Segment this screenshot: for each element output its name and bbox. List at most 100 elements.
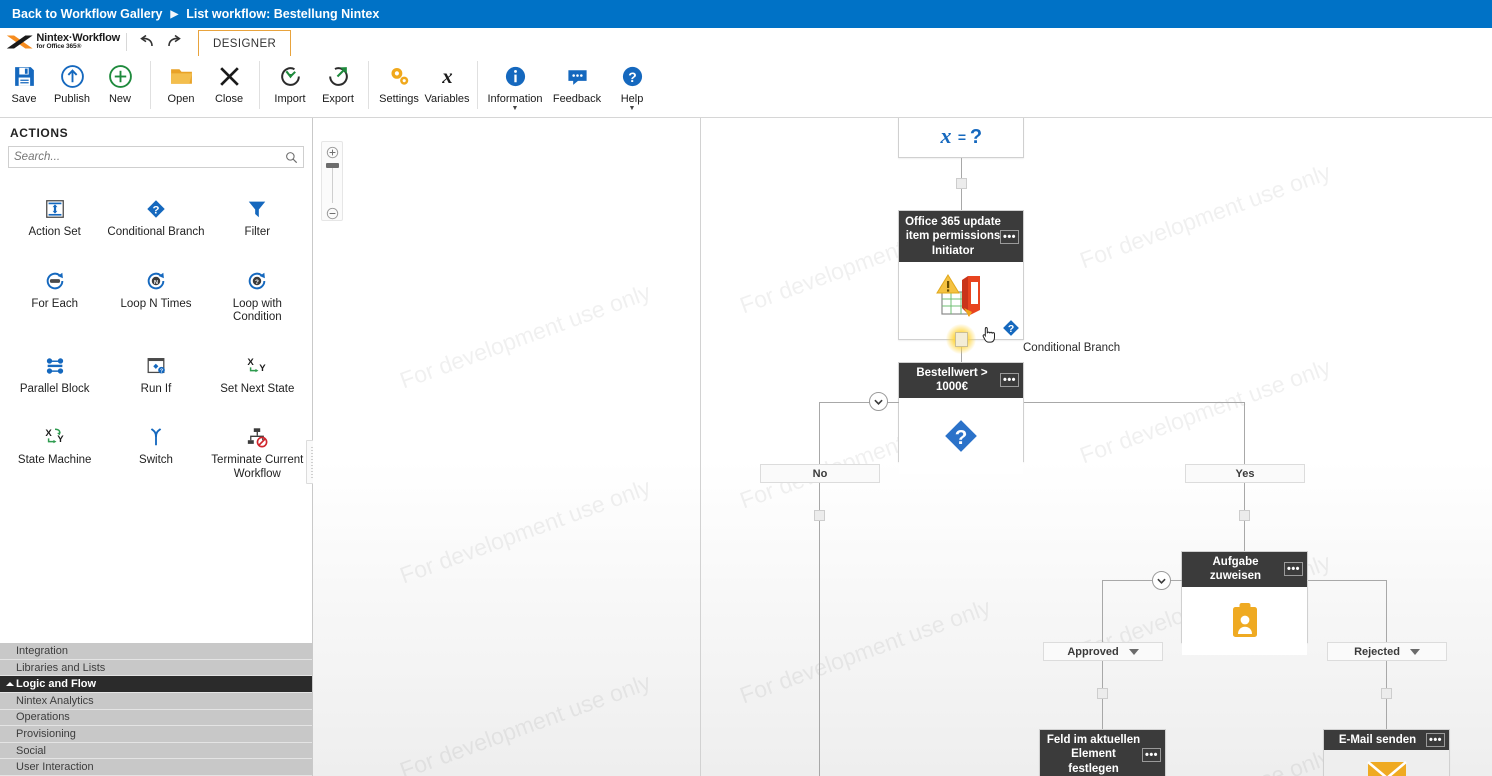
help-icon: ? <box>621 62 644 90</box>
action-item-action-set[interactable]: Action Set <box>4 186 105 244</box>
close-button[interactable]: Close <box>205 59 253 115</box>
feedback-button[interactable]: Feedback <box>546 59 608 115</box>
node-header: E-Mail senden ••• <box>1324 730 1449 751</box>
chevron-down-icon[interactable] <box>1128 648 1139 655</box>
watermark: For development use only <box>396 473 654 589</box>
actions-search-box[interactable] <box>8 146 304 168</box>
redo-icon[interactable] <box>165 34 182 50</box>
actions-panel-title: ACTIONS <box>10 126 69 140</box>
workflow-node-set-field[interactable]: Feld im aktuellen Element festlegen ••• <box>1039 729 1166 776</box>
node-context-menu-button[interactable]: ••• <box>1000 229 1019 244</box>
new-button[interactable]: New <box>96 59 144 115</box>
export-button[interactable]: Export <box>314 59 362 115</box>
node-context-menu-button[interactable]: ••• <box>1426 733 1445 748</box>
information-button[interactable]: Information ▼ <box>484 59 546 115</box>
zoom-slider-thumb[interactable] <box>325 163 339 168</box>
workflow-node-send-email[interactable]: E-Mail senden ••• <box>1323 729 1450 776</box>
action-item-label: Terminate Current Workflow <box>211 454 304 480</box>
add-action-button[interactable] <box>1381 688 1392 699</box>
branch-label-yes[interactable]: Yes <box>1185 464 1305 483</box>
category-user-interaction[interactable]: User Interaction <box>0 759 312 776</box>
help-button[interactable]: ? Help ▼ <box>608 59 656 115</box>
category-libraries-and-lists[interactable]: Libraries and Lists <box>0 659 312 677</box>
branch-label-no[interactable]: No <box>760 464 880 483</box>
open-button[interactable]: Open <box>157 59 205 115</box>
watermark: For development use only <box>1076 353 1334 469</box>
settings-button[interactable]: Settings <box>375 59 423 115</box>
action-item-loop-with-condition[interactable]: ? Loop with Condition <box>207 258 308 329</box>
variable-x-equals-question-icon: x = ? <box>899 118 1023 157</box>
action-item-filter[interactable]: Filter <box>207 186 308 244</box>
search-input[interactable] <box>14 151 285 163</box>
action-item-switch[interactable]: Switch <box>105 414 206 485</box>
back-to-workflow-gallery-link[interactable]: Back to Workflow Gallery <box>12 7 163 21</box>
branch-label-rejected[interactable]: Rejected <box>1327 642 1447 661</box>
workflow-node-assign-task[interactable]: Aufgabe zuweisen ••• <box>1181 551 1308 655</box>
publish-button[interactable]: Publish <box>48 59 96 115</box>
search-icon[interactable] <box>285 151 298 164</box>
action-item-parallel-block[interactable]: Parallel Block <box>4 343 105 401</box>
export-label: Export <box>322 93 354 105</box>
action-item-for-each[interactable]: For Each <box>4 258 105 329</box>
undo-icon[interactable] <box>139 34 156 50</box>
action-item-terminate-workflow[interactable]: Terminate Current Workflow <box>207 414 308 485</box>
save-button[interactable]: Save <box>0 59 48 115</box>
canvas-zoom-control[interactable] <box>321 141 343 221</box>
import-button[interactable]: Import <box>266 59 314 115</box>
conditional-branch-icon: ? <box>1003 320 1019 336</box>
workflow-canvas[interactable]: For development use only For development… <box>313 118 1492 776</box>
workflow-node-conditional-branch[interactable]: Bestellwert > 1000€ ••• ? <box>898 362 1024 474</box>
node-context-menu-button[interactable]: ••• <box>1284 562 1303 577</box>
action-item-run-if[interactable]: ? Run If <box>105 343 206 401</box>
branch-collapse-toggle-left[interactable] <box>869 392 888 411</box>
action-item-label: Conditional Branch <box>107 226 205 238</box>
publish-up-arrow-icon <box>60 62 85 90</box>
node-title-line2: item permissions <box>905 230 1001 243</box>
action-item-state-machine[interactable]: X Y State Machine <box>4 414 105 485</box>
category-nintex-analytics[interactable]: Nintex Analytics <box>0 693 312 710</box>
export-icon <box>326 62 351 90</box>
action-item-loop-n-times[interactable]: N Loop N Times <box>105 258 206 329</box>
category-logic-and-flow[interactable]: Logic and Flow <box>0 676 312 694</box>
category-provisioning[interactable]: Provisioning <box>0 726 312 743</box>
svg-text:?: ? <box>160 368 163 374</box>
svg-text:?: ? <box>255 278 259 285</box>
nintex-x-logo-icon <box>6 35 33 49</box>
information-caret-icon[interactable]: ▼ <box>512 105 519 112</box>
action-item-label: Loop with Condition <box>232 297 282 324</box>
action-item-label: Loop N Times <box>120 297 192 310</box>
add-action-button[interactable] <box>814 510 825 521</box>
node-title: Aufgabe zuweisen <box>1209 556 1262 583</box>
node-header: Feld im aktuellen Element festlegen ••• <box>1040 730 1165 776</box>
branch-label-approved[interactable]: Approved <box>1043 642 1163 661</box>
category-operations[interactable]: Operations <box>0 709 312 727</box>
ribbon-separator <box>259 61 260 109</box>
information-icon <box>504 62 527 90</box>
ribbon-group-import-export: Import Export <box>266 59 362 117</box>
chevron-down-icon[interactable] <box>1409 648 1420 655</box>
variables-button[interactable]: x Variables <box>423 59 471 115</box>
add-action-button[interactable] <box>1239 510 1250 521</box>
action-item-set-next-state[interactable]: X Y Set Next State <box>207 343 308 401</box>
tab-designer[interactable]: DESIGNER <box>198 29 292 57</box>
connector-line <box>1308 580 1387 581</box>
category-label: Logic and Flow <box>16 678 97 691</box>
branch-collapse-toggle-task[interactable] <box>1152 571 1171 590</box>
category-integration[interactable]: Integration <box>0 643 312 660</box>
zoom-out-icon[interactable] <box>326 207 339 220</box>
drop-target-indicator[interactable] <box>946 324 976 354</box>
help-caret-icon[interactable]: ▼ <box>629 105 636 112</box>
add-action-button[interactable] <box>956 178 967 189</box>
node-context-menu-button[interactable]: ••• <box>1000 373 1019 388</box>
loop-with-condition-icon: ? <box>246 262 268 292</box>
feedback-icon <box>566 62 589 90</box>
category-label: Nintex Analytics <box>16 694 94 707</box>
zoom-in-icon[interactable] <box>326 146 339 159</box>
category-social[interactable]: Social <box>0 742 312 760</box>
add-action-button[interactable] <box>1097 688 1108 699</box>
workflow-node-variables[interactable]: x = ? <box>898 118 1024 158</box>
open-folder-icon <box>169 62 194 90</box>
zoom-slider[interactable] <box>325 163 339 203</box>
action-item-conditional-branch[interactable]: ? Conditional Branch <box>105 186 206 244</box>
node-context-menu-button[interactable]: ••• <box>1142 747 1161 762</box>
